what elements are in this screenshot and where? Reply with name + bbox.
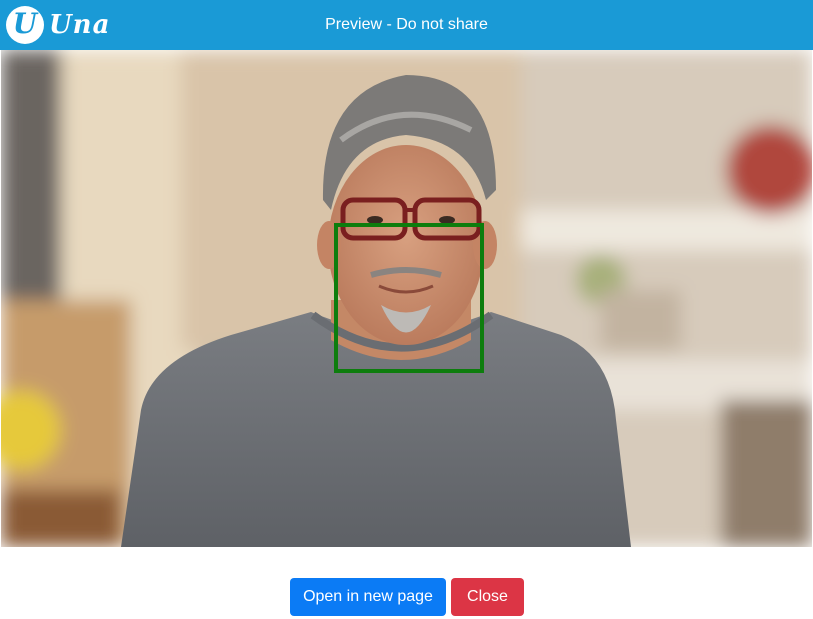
footer: Open in new page Close xyxy=(0,547,813,619)
close-button[interactable]: Close xyxy=(451,578,524,616)
preview-image xyxy=(1,50,812,547)
open-in-new-page-button[interactable]: Open in new page xyxy=(290,578,446,616)
header-bar: U Una Preview - Do not share xyxy=(0,0,813,50)
face-detection-box xyxy=(334,223,484,373)
page-title: Preview - Do not share xyxy=(325,16,488,33)
